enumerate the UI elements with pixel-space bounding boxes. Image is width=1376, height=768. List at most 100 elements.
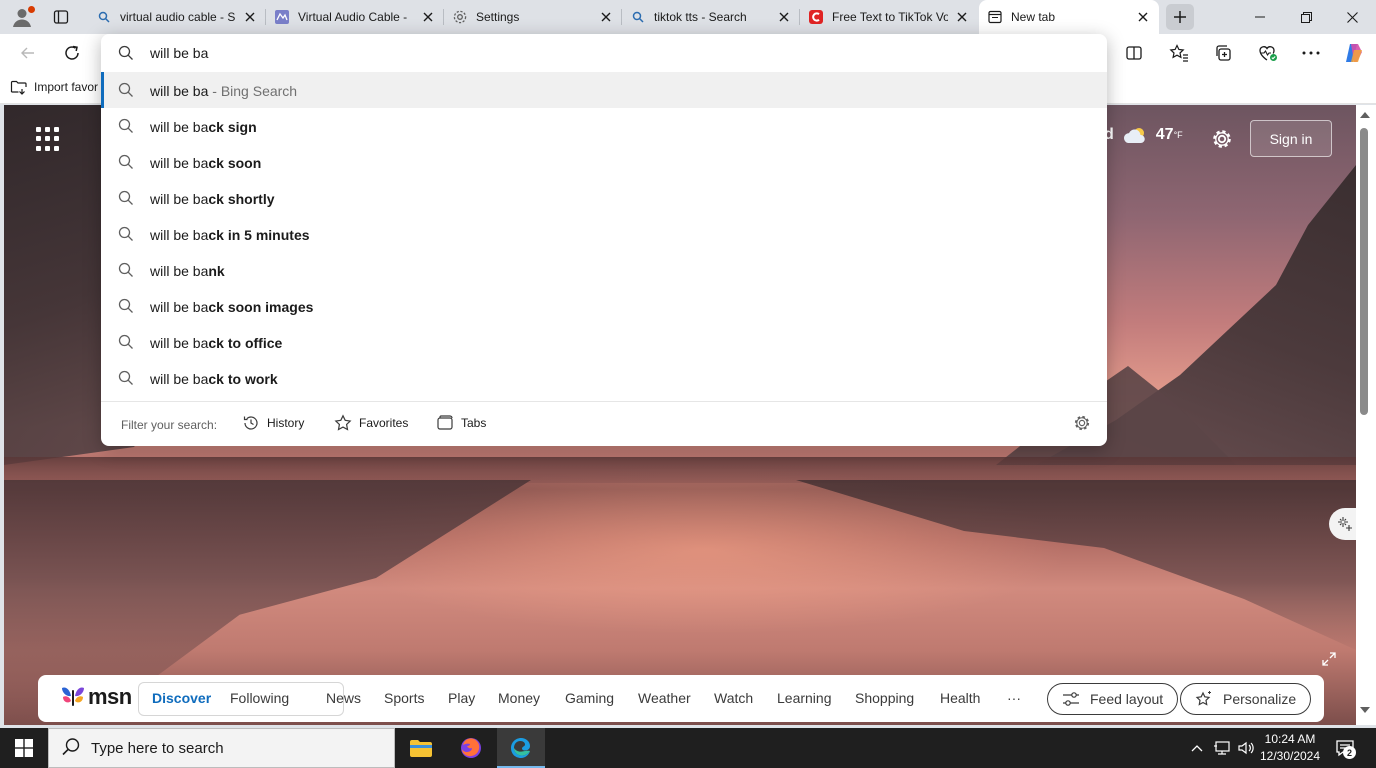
- back-button[interactable]: [14, 39, 42, 67]
- suggestion-item[interactable]: will be back in 5 minutes: [101, 216, 1107, 252]
- taskbar-edge[interactable]: [497, 728, 545, 768]
- profile-button[interactable]: [8, 4, 36, 30]
- suggestion-text: will be ba - Bing Search: [150, 83, 298, 99]
- close-icon[interactable]: [954, 9, 970, 25]
- nav-health[interactable]: Health: [940, 690, 980, 706]
- tab-4[interactable]: Free Text to TikTok Vo: [800, 4, 978, 30]
- close-icon[interactable]: [776, 9, 792, 25]
- suggestion-item[interactable]: will be back soon: [101, 144, 1107, 180]
- tab-5[interactable]: New tab: [979, 0, 1159, 34]
- suggestion-item[interactable]: will be bank: [101, 252, 1107, 288]
- msn-nav-bar: msn Discover Following News Sports Play …: [38, 675, 1324, 722]
- tab-0[interactable]: virtual audio cable - S: [88, 4, 266, 30]
- scroll-up-arrow-icon[interactable]: [1360, 112, 1370, 118]
- collections-button[interactable]: [1209, 39, 1237, 67]
- background-info-button[interactable]: [1329, 508, 1356, 540]
- copilot-icon: [1346, 44, 1362, 62]
- tab-strip: virtual audio cable - S Virtual Audio Ca…: [0, 0, 1376, 34]
- tab-3[interactable]: tiktok tts - Search: [622, 4, 800, 30]
- vac-icon: [274, 9, 290, 25]
- nav-gaming[interactable]: Gaming: [565, 690, 614, 706]
- tab-title: Free Text to TikTok Vo: [832, 10, 948, 24]
- nav-learning[interactable]: Learning: [777, 690, 832, 706]
- filter-favorites-button[interactable]: Favorites: [334, 413, 408, 433]
- suggestion-text: will be back sign: [150, 119, 257, 135]
- taskbar-file-explorer[interactable]: [397, 728, 445, 768]
- collections-icon: [1216, 45, 1231, 61]
- expand-icon[interactable]: [1320, 650, 1338, 668]
- search-icon: [630, 9, 646, 25]
- restore-button[interactable]: [1283, 0, 1329, 34]
- more-menu-button[interactable]: [1297, 39, 1325, 67]
- nav-watch[interactable]: Watch: [714, 690, 753, 706]
- filter-tabs-button[interactable]: Tabs: [436, 413, 486, 433]
- start-button[interactable]: [0, 728, 48, 768]
- page-settings-button[interactable]: [1208, 125, 1236, 153]
- app-launcher-button[interactable]: [36, 127, 60, 151]
- suggestion-item[interactable]: will be back to office: [101, 324, 1107, 360]
- copilot-button[interactable]: [1340, 39, 1368, 67]
- sliders-icon: [1063, 692, 1079, 706]
- scroll-thumb[interactable]: [1360, 128, 1368, 415]
- clock-date: 12/30/2024: [1259, 749, 1321, 763]
- nav-discover[interactable]: Discover: [152, 690, 211, 706]
- filter-history-button[interactable]: History: [242, 413, 304, 433]
- tab-actions-button[interactable]: [48, 5, 74, 29]
- tab-actions-icon: [53, 10, 69, 24]
- weather-temperature: 47: [1155, 126, 1174, 143]
- nav-sports[interactable]: Sports: [384, 690, 424, 706]
- gear-icon: [452, 9, 468, 25]
- close-icon[interactable]: [420, 9, 436, 25]
- suggestion-item[interactable]: will be back shortly: [101, 180, 1107, 216]
- msn-logo[interactable]: msn: [60, 684, 132, 710]
- minimize-button[interactable]: [1237, 0, 1283, 34]
- suggestion-item[interactable]: will be back to work: [101, 360, 1107, 396]
- nav-news[interactable]: News: [326, 690, 361, 706]
- import-favorites-button[interactable]: Import favor: [10, 79, 98, 95]
- suggestion-item[interactable]: will be ba - Bing Search: [101, 72, 1107, 108]
- nav-money[interactable]: Money: [498, 690, 540, 706]
- address-bar[interactable]: will be ba: [101, 34, 1107, 72]
- suggestion-text: will be back in 5 minutes: [150, 227, 310, 243]
- favorites-star-icon: [1169, 44, 1188, 62]
- close-icon[interactable]: [242, 9, 258, 25]
- tab-2[interactable]: Settings: [444, 4, 622, 30]
- nav-shopping[interactable]: Shopping: [855, 690, 914, 706]
- sparkle-icon: [1338, 517, 1352, 531]
- nav-weather[interactable]: Weather: [638, 690, 691, 706]
- notification-center-button[interactable]: 2: [1332, 736, 1358, 760]
- refresh-button[interactable]: [58, 39, 86, 67]
- weather-widget[interactable]: d 47 °F: [1104, 125, 1183, 145]
- tab-1[interactable]: Virtual Audio Cable -: [266, 4, 444, 30]
- feed-layout-button[interactable]: Feed layout: [1047, 683, 1179, 715]
- suggestion-item[interactable]: will be back sign: [101, 108, 1107, 144]
- minimize-icon: [1255, 16, 1265, 18]
- heart-pulse-icon: [1259, 46, 1277, 61]
- network-icon[interactable]: [1210, 740, 1234, 756]
- nav-play[interactable]: Play: [448, 690, 475, 706]
- notification-badge: 2: [1343, 746, 1356, 759]
- taskbar-clock[interactable]: 10:24 AM 12/30/2024: [1254, 731, 1326, 765]
- favorites-button[interactable]: [1165, 39, 1193, 67]
- taskbar-search-placeholder: Type here to search: [91, 739, 224, 757]
- scroll-down-arrow-icon[interactable]: [1360, 707, 1370, 713]
- back-arrow-icon: [21, 47, 34, 59]
- search-icon: [118, 262, 134, 281]
- nav-following[interactable]: Following: [230, 690, 289, 706]
- personalize-button[interactable]: Personalize: [1180, 683, 1312, 715]
- address-input-value[interactable]: will be ba: [150, 45, 208, 61]
- browser-essentials-button[interactable]: [1254, 39, 1282, 67]
- taskbar-firefox[interactable]: [447, 728, 495, 768]
- search-settings-button[interactable]: [1073, 414, 1091, 435]
- close-icon[interactable]: [1135, 9, 1151, 25]
- chevron-up-icon[interactable]: [1188, 744, 1206, 752]
- close-icon[interactable]: [598, 9, 614, 25]
- nav-more[interactable]: ···: [1007, 690, 1021, 706]
- new-tab-button[interactable]: [1166, 4, 1194, 30]
- suggestion-item[interactable]: will be back soon images: [101, 288, 1107, 324]
- close-window-button[interactable]: [1329, 0, 1375, 34]
- suggestion-text: will be back soon images: [150, 299, 314, 315]
- sign-in-button[interactable]: Sign in: [1250, 120, 1332, 157]
- taskbar-search-box[interactable]: Type here to search: [48, 728, 395, 768]
- split-screen-button[interactable]: [1120, 39, 1148, 67]
